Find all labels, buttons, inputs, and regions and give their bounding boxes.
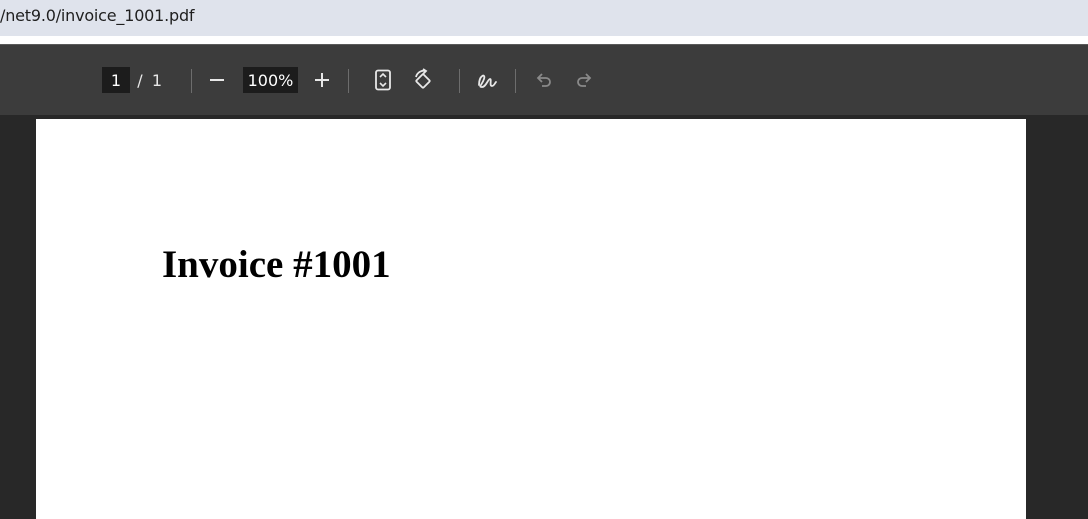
url-text[interactable]: /net9.0/invoice_1001.pdf	[0, 6, 195, 25]
fit-to-page-icon[interactable]	[368, 65, 398, 95]
page-number-input[interactable]: 1	[102, 67, 130, 93]
plus-icon[interactable]	[307, 65, 337, 95]
undo-icon[interactable]	[529, 65, 559, 95]
toolbar-divider	[191, 69, 192, 93]
redo-icon[interactable]	[569, 65, 599, 95]
toolbar-divider	[459, 69, 460, 93]
document-title: Invoice #1001	[162, 243, 391, 286]
zoom-level-input[interactable]: 100%	[243, 67, 298, 93]
pdf-page: Invoice #1001	[36, 119, 1026, 519]
address-bar-spacer	[0, 36, 1088, 44]
pdf-toolbar: 1 / 1 100%	[0, 44, 1088, 115]
draw-icon[interactable]	[472, 65, 502, 95]
minus-icon[interactable]	[202, 65, 232, 95]
page-separator: /	[137, 70, 143, 90]
rotate-icon[interactable]	[408, 65, 438, 95]
toolbar-divider	[348, 69, 349, 93]
total-pages: 1	[151, 70, 163, 90]
pdf-viewer[interactable]: Invoice #1001	[0, 115, 1088, 519]
toolbar-divider	[515, 69, 516, 93]
address-bar[interactable]: /net9.0/invoice_1001.pdf	[0, 0, 1088, 36]
